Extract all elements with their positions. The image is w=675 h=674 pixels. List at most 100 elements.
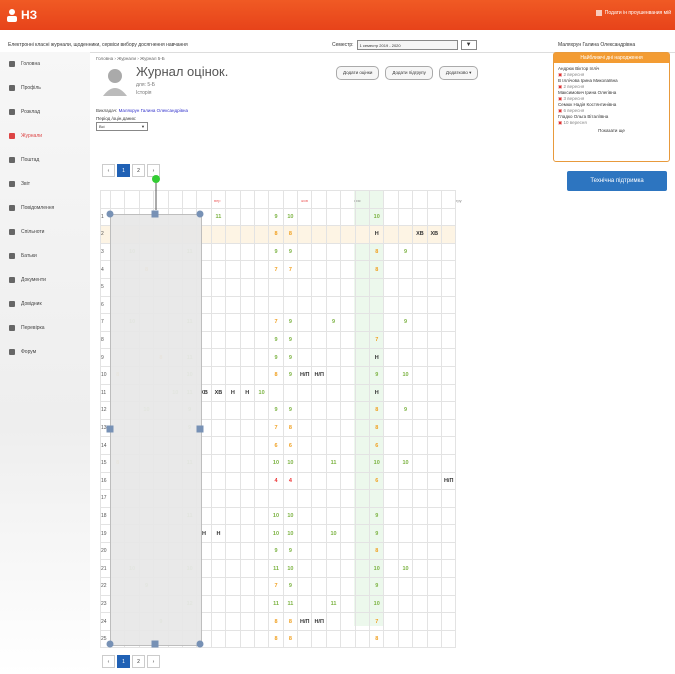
grade-cell[interactable] (440, 612, 457, 631)
grade-cell[interactable] (325, 629, 342, 649)
grade-cell[interactable]: 8 (268, 365, 284, 385)
grade-cell[interactable] (383, 365, 399, 385)
grade-cell[interactable]: 10 (325, 524, 342, 543)
grade-cell[interactable] (412, 277, 428, 297)
rotate-handle[interactable] (151, 174, 161, 210)
grade-cell[interactable] (311, 330, 327, 350)
grade-cell[interactable] (210, 225, 227, 244)
grade-cell[interactable] (354, 594, 371, 614)
grade-cell[interactable] (325, 348, 342, 367)
grade-cell[interactable]: 10 (268, 453, 284, 473)
grade-cell[interactable]: 6 (268, 436, 284, 455)
grade-cell[interactable] (397, 612, 414, 631)
grade-cell[interactable] (311, 506, 327, 526)
grade-cell[interactable] (311, 242, 327, 262)
grade-cell[interactable] (253, 260, 270, 279)
grade-cell[interactable] (253, 506, 270, 526)
grade-cell[interactable] (440, 348, 457, 367)
grade-cell[interactable] (239, 348, 255, 367)
grade-cell[interactable] (426, 436, 442, 455)
grade-cell[interactable] (239, 401, 255, 420)
page-button[interactable]: ‹ (102, 164, 115, 177)
grade-cell[interactable] (297, 330, 313, 350)
grade-cell[interactable]: 7 (268, 418, 284, 438)
sidebar-item[interactable]: Профіль (0, 76, 90, 100)
grade-cell[interactable] (354, 242, 371, 262)
grade-cell[interactable] (340, 436, 356, 455)
grade-cell[interactable] (311, 453, 327, 473)
grade-cell[interactable]: 8 (282, 629, 299, 649)
sidebar-item[interactable]: Документи (0, 268, 90, 292)
grade-cell[interactable] (225, 453, 241, 473)
grade-cell[interactable]: 10 (369, 453, 385, 473)
grade-cell[interactable] (354, 330, 371, 350)
grade-cell[interactable] (325, 277, 342, 297)
grade-cell[interactable] (397, 506, 414, 526)
grade-cell[interactable] (383, 436, 399, 455)
grade-cell[interactable] (397, 207, 414, 227)
grade-cell[interactable] (440, 383, 457, 403)
grade-cell[interactable] (253, 612, 270, 631)
grade-cell[interactable] (412, 348, 428, 367)
grade-cell[interactable] (354, 225, 371, 244)
grade-cell[interactable] (297, 594, 313, 614)
grade-cell[interactable] (412, 401, 428, 420)
grade-cell[interactable] (340, 577, 356, 596)
grade-cell[interactable] (354, 506, 371, 526)
grade-cell[interactable]: 10 (369, 207, 385, 227)
grade-cell[interactable] (397, 348, 414, 367)
teacher-name[interactable]: Маляхрун Галина Олександрівна (119, 108, 188, 113)
grade-cell[interactable] (297, 295, 313, 315)
grade-cell[interactable] (225, 242, 241, 262)
grade-cell[interactable] (297, 401, 313, 420)
grade-cell[interactable]: 8 (369, 418, 385, 438)
sidebar-item[interactable]: Спільноти (0, 220, 90, 244)
grade-cell[interactable]: 11 (325, 453, 342, 473)
grade-cell[interactable]: 11 (268, 559, 284, 579)
grade-cell[interactable] (225, 436, 241, 455)
grade-cell[interactable] (225, 225, 241, 244)
grade-cell[interactable] (311, 524, 327, 543)
grade-cell[interactable] (253, 313, 270, 332)
grade-cell[interactable]: Н/П (297, 365, 313, 385)
grade-cell[interactable] (340, 348, 356, 367)
grade-cell[interactable] (383, 207, 399, 227)
grade-cell[interactable] (426, 629, 442, 649)
grade-cell[interactable] (239, 541, 255, 561)
resize-handle-l[interactable] (106, 425, 114, 433)
grade-cell[interactable] (340, 365, 356, 385)
grade-cell[interactable] (340, 277, 356, 297)
grade-cell[interactable] (426, 577, 442, 596)
grade-cell[interactable] (397, 489, 414, 508)
grade-cell[interactable] (325, 260, 342, 279)
grade-cell[interactable]: 9 (325, 313, 342, 332)
grade-cell[interactable]: 9 (282, 348, 299, 367)
grade-cell[interactable] (311, 383, 327, 403)
grade-cell[interactable] (210, 629, 227, 649)
grade-cell[interactable] (412, 313, 428, 332)
grade-cell[interactable]: 8 (268, 225, 284, 244)
grade-cell[interactable] (239, 365, 255, 385)
grade-cell[interactable] (412, 295, 428, 315)
grade-cell[interactable] (340, 541, 356, 561)
grade-cell[interactable] (225, 313, 241, 332)
grade-cell[interactable] (426, 207, 442, 227)
grade-cell[interactable] (426, 453, 442, 473)
grade-cell[interactable] (325, 383, 342, 403)
grade-cell[interactable] (426, 295, 442, 315)
grade-cell[interactable] (297, 348, 313, 367)
grade-cell[interactable] (268, 295, 284, 315)
grade-cell[interactable] (210, 330, 227, 350)
grade-cell[interactable] (383, 471, 399, 491)
grade-cell[interactable] (325, 225, 342, 244)
grade-cell[interactable] (412, 524, 428, 543)
grade-cell[interactable]: 8 (282, 418, 299, 438)
grade-cell[interactable] (369, 277, 385, 297)
grade-cell[interactable] (225, 471, 241, 491)
grade-cell[interactable] (440, 225, 457, 244)
grade-cell[interactable] (426, 594, 442, 614)
grade-cell[interactable] (311, 207, 327, 227)
grade-cell[interactable] (426, 348, 442, 367)
page-button[interactable]: 1 (117, 164, 130, 177)
grade-cell[interactable] (426, 365, 442, 385)
